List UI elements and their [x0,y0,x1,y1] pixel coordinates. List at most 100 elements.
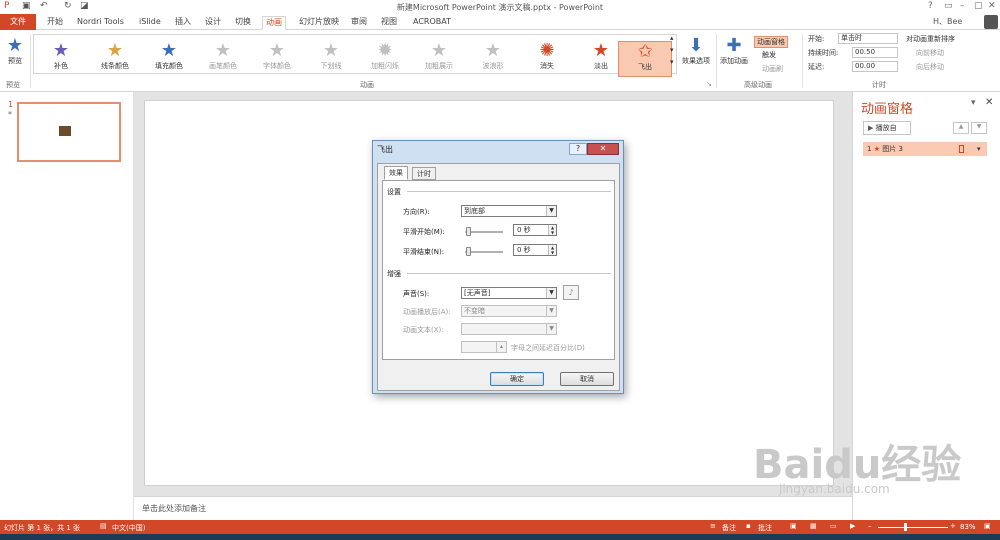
effect-bold-flash[interactable]: ✹ 加粗闪烁 [358,41,412,77]
comments-icon[interactable]: ▪ [746,522,751,530]
user-name[interactable]: H、Bee [930,16,965,30]
move-later-button[interactable]: 向后移动 [916,62,944,72]
effect-disappear[interactable]: ✺ 消失 [520,41,574,77]
speaker-icon[interactable]: ♪ [563,285,579,300]
effect-fill-color[interactable]: ★ 填充颜色 [142,41,196,77]
move-earlier-button[interactable]: 向前移动 [916,48,944,58]
smooth-end-slider[interactable] [466,247,471,256]
slide-counter: 幻灯片 第 1 张，共 1 张 [4,524,81,532]
tab-home[interactable]: 开始 [44,16,66,30]
minimize-icon[interactable]: – [960,1,965,11]
gallery-more-icon[interactable]: ▾ [670,58,674,66]
divider [407,273,611,274]
trigger-button[interactable]: 触发 [762,50,776,60]
tab-timing[interactable]: 计时 [412,167,436,180]
dialog-launcher-icon[interactable]: ↘ [706,80,712,88]
language-indicator[interactable]: 中文(中国) [112,523,145,533]
fit-to-window-icon[interactable]: ▣ [984,522,991,530]
animation-painter-button[interactable]: 动画刷 [762,64,783,74]
zoom-in-icon[interactable]: + [950,522,956,530]
effect-fly-out[interactable]: ✩ 飞出 [618,41,672,77]
effect-complementary[interactable]: ★ 补色 [34,41,88,77]
sound-select[interactable]: [无声音] ▼ [461,287,557,299]
move-down-icon[interactable]: ▼ [971,122,987,134]
pane-close-icon[interactable]: ✕ [985,97,993,108]
after-animation-select[interactable]: 不变暗 ▼ [461,305,557,317]
star-icon: ★ [52,40,70,61]
star-icon: ★ [430,40,448,61]
tab-animations[interactable]: 动画 [262,16,286,30]
notes-pane[interactable]: 单击此处添加备注 0 [134,496,966,520]
preview-button[interactable]: ★ 预览 [2,36,28,72]
move-up-icon[interactable]: ▲ [953,122,969,134]
tab-acrobat[interactable]: ACROBAT [410,16,454,30]
effect-underline[interactable]: ★ 下划线 [304,41,358,77]
delay-label: 延迟: [808,63,825,71]
pane-options-icon[interactable]: ▾ [971,98,976,108]
tab-transitions[interactable]: 切换 [232,16,254,30]
maximize-icon[interactable]: ▢ [974,1,983,11]
letter-delay-input[interactable]: ▴ [461,341,507,353]
spin-arrows-icon[interactable]: ▲ ▼ [548,225,556,235]
tab-islide[interactable]: iSlide [136,16,164,30]
effect-font-color[interactable]: ★ 字体颜色 [250,41,304,77]
effect-brush-color[interactable]: ★ 画笔颜色 [196,41,250,77]
star-icon: ★ [484,40,502,61]
item-dropdown-icon[interactable]: ▾ [977,142,981,156]
sound-label: 声音(S): [403,290,430,298]
tab-slideshow[interactable]: 幻灯片放映 [296,16,342,30]
spellcheck-icon[interactable]: ▤ [100,522,107,530]
tab-file[interactable]: 文件 [0,14,36,30]
play-from-button[interactable]: ▶ 播放自 [863,121,911,135]
smooth-start-slider[interactable] [466,227,471,236]
tab-nordri-tools[interactable]: Nordri Tools [74,16,127,30]
help-button[interactable]: ? [928,1,933,11]
slide-thumbnail[interactable] [17,102,121,162]
tab-design[interactable]: 设计 [202,16,224,30]
ok-button[interactable]: 确定 [490,372,544,386]
smooth-end-input[interactable]: 0 秒 ▲ ▼ [513,244,557,256]
zoom-out-icon[interactable]: – [868,522,872,530]
tab-view[interactable]: 视图 [378,16,400,30]
close-icon[interactable]: ✕ [988,1,996,11]
animation-pane: 动画窗格 ▾ ✕ ▶ 播放自 ▲ ▼ 1 ★ 图片 3 ▾ Baidu经验 ji… [753,92,1000,520]
slideshow-view-icon[interactable]: ▶ [850,522,855,530]
effect-options-button[interactable]: ⬇ 效果选项 [678,36,714,72]
effect-wave[interactable]: ★ 波浪形 [466,41,520,77]
effect-bold-reveal[interactable]: ★ 加粗展示 [412,41,466,77]
normal-view-icon[interactable]: ▣ [790,522,797,530]
star-icon: ★ [160,40,178,61]
zoom-slider-thumb[interactable] [904,523,907,531]
ribbon-animations: ★ 预览 预览 ★ 补色 ★ 线条颜色 ★ 填充颜色 ★ 画笔颜色 ★ 字体颜色… [0,30,1000,92]
comments-button[interactable]: 批注 [758,523,772,533]
animation-list-item[interactable]: 1 ★ 图片 3 ▾ [863,142,987,156]
add-animation-button[interactable]: ✚ 添加动画 [716,36,752,72]
star-icon: ★ [268,40,286,61]
dialog-help-button[interactable]: ? [569,143,587,155]
animate-text-select[interactable]: ▼ [461,323,557,335]
gallery-scroll-up-icon[interactable]: ▴ [670,34,674,42]
avatar[interactable] [984,15,998,29]
cancel-button[interactable]: 取消 [560,372,614,386]
effect-line-color[interactable]: ★ 线条颜色 [88,41,142,77]
slide-sorter-icon[interactable]: ▦ [810,522,817,530]
reading-view-icon[interactable]: ▭ [830,522,837,530]
notes-icon[interactable]: ≡ [710,522,716,530]
notes-button[interactable]: 备注 [722,523,736,533]
dialog-close-button[interactable]: ✕ [587,143,619,155]
ribbon-display-icon[interactable]: ▭ [944,1,953,11]
smooth-start-input[interactable]: 0 秒 ▲ ▼ [513,224,557,236]
zoom-level[interactable]: 83% [960,523,976,531]
direction-select[interactable]: 到底部 ▼ [461,205,557,217]
start-select[interactable]: 单击时 [838,33,898,44]
tab-review[interactable]: 审阅 [348,16,370,30]
animation-pane-title: 动画窗格 [861,102,914,117]
zoom-slider[interactable] [878,527,948,528]
tab-effect[interactable]: 效果 [384,166,408,180]
gallery-scroll-down-icon[interactable]: ▾ [670,46,674,54]
spin-arrows-icon[interactable]: ▲ ▼ [548,245,556,255]
animation-pane-button[interactable]: 动画窗格 [754,36,788,48]
delay-input[interactable]: 00.00 [852,61,898,72]
tab-insert[interactable]: 插入 [172,16,194,30]
duration-input[interactable]: 00.50 [852,47,898,58]
